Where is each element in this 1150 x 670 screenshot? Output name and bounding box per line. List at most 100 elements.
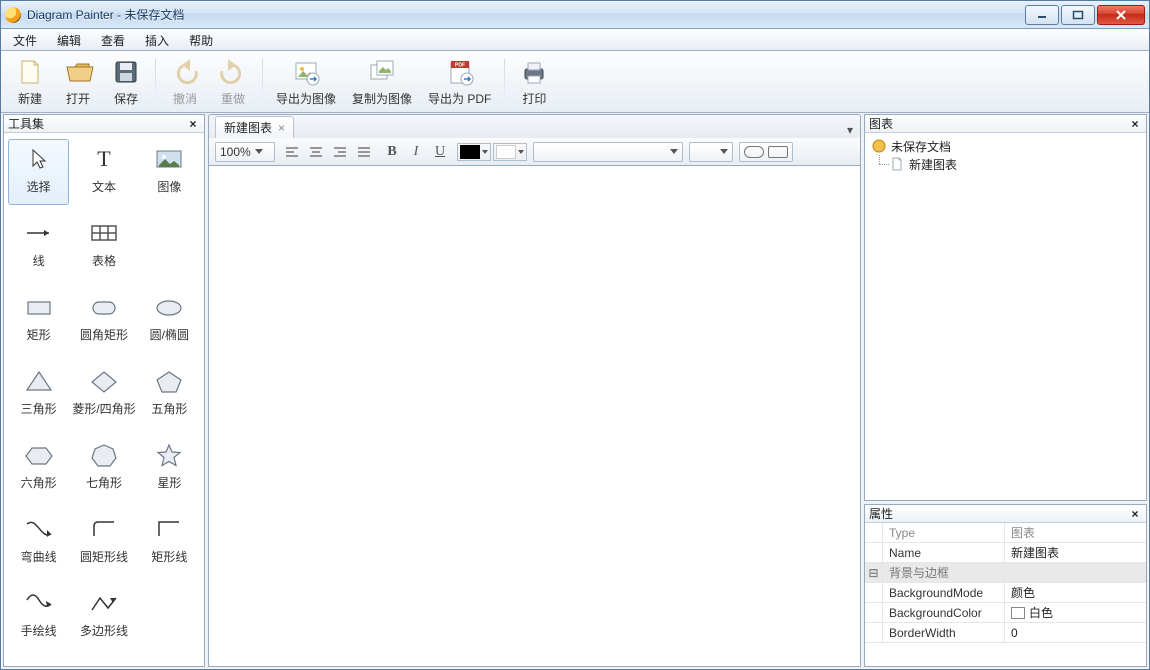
- fill-color-picker[interactable]: [493, 143, 527, 161]
- align-right-button[interactable]: [329, 142, 351, 162]
- document-name: 未保存文档: [124, 8, 184, 22]
- tool-ellipse[interactable]: 圆/椭圆: [139, 287, 200, 353]
- tool-hexagon[interactable]: 六角形: [8, 435, 69, 501]
- document-tab-label: 新建图表: [224, 119, 272, 136]
- prop-row[interactable]: BackgroundMode颜色: [865, 583, 1146, 603]
- tool-label: 图像: [157, 178, 181, 195]
- diagram-tree-close-icon[interactable]: ×: [1128, 117, 1142, 131]
- close-button[interactable]: [1097, 5, 1145, 25]
- titlebar: Diagram Painter - 未保存文档: [1, 1, 1149, 29]
- toolbox-close-icon[interactable]: ×: [186, 117, 200, 131]
- text-color-picker[interactable]: [457, 143, 491, 161]
- tree-item[interactable]: 新建图表: [871, 155, 1140, 173]
- tool-person1[interactable]: [8, 657, 69, 666]
- properties-grid: Type图表Name新建图表⊟背景与边框BackgroundMode颜色Back…: [865, 523, 1146, 666]
- prop-value: 颜色: [1011, 584, 1035, 601]
- print-label: 打印: [522, 90, 546, 107]
- tool-pentagon[interactable]: 五角形: [139, 361, 200, 427]
- new-button[interactable]: 新建: [7, 54, 53, 110]
- prop-row[interactable]: Name新建图表: [865, 543, 1146, 563]
- minimize-button[interactable]: [1025, 5, 1059, 25]
- rrline-icon: [80, 510, 128, 548]
- menu-2[interactable]: 查看: [91, 29, 135, 50]
- tool-rrline[interactable]: 圆矩形线: [71, 509, 136, 575]
- prop-category[interactable]: ⊟背景与边框: [865, 563, 1146, 583]
- tool-heptagon[interactable]: 七角形: [71, 435, 136, 501]
- tool-polyline[interactable]: 多边形线: [71, 583, 136, 649]
- table-icon: [80, 214, 128, 252]
- save-button[interactable]: 保存: [103, 54, 149, 110]
- tool-text[interactable]: T 文本: [71, 139, 136, 205]
- font-size-dropdown[interactable]: [689, 142, 733, 162]
- right-panels: 图表 × 未保存文档 新建图表: [864, 114, 1147, 667]
- copy-image-label: 复制为图像: [352, 90, 412, 107]
- print-button[interactable]: 打印: [511, 54, 557, 110]
- tool-diamond[interactable]: 菱形/四角形: [71, 361, 136, 427]
- italic-button[interactable]: I: [405, 142, 427, 162]
- tool-triangle[interactable]: 三角形: [8, 361, 69, 427]
- menu-1[interactable]: 编辑: [47, 29, 91, 50]
- app-window: Diagram Painter - 未保存文档 文件编辑查看插入帮助 新建打开保…: [0, 0, 1150, 670]
- properties-close-icon[interactable]: ×: [1128, 507, 1142, 521]
- svg-text:T: T: [97, 146, 111, 171]
- tool-rectline[interactable]: 矩形线: [139, 509, 200, 575]
- menu-4[interactable]: 帮助: [179, 29, 223, 50]
- font-style-group: B I U: [381, 142, 451, 162]
- triangle-icon: [15, 362, 63, 400]
- copy-image-button[interactable]: 复制为图像: [345, 54, 419, 110]
- tool-computer[interactable]: [139, 657, 200, 666]
- tab-menu-icon[interactable]: ▾: [842, 122, 858, 138]
- tree-root[interactable]: 未保存文档: [871, 137, 1140, 155]
- tool-curve[interactable]: 弯曲线: [8, 509, 69, 575]
- zoom-value: 100%: [220, 145, 251, 159]
- tool-person2[interactable]: [71, 657, 136, 666]
- person1-icon: [15, 658, 63, 666]
- svg-text:PDF: PDF: [455, 63, 465, 69]
- underline-button[interactable]: U: [429, 142, 451, 162]
- tool-star[interactable]: 星形: [139, 435, 200, 501]
- zoom-dropdown[interactable]: 100%: [215, 142, 275, 162]
- hexagon-icon: [15, 436, 63, 474]
- undo-label: 撤消: [173, 90, 197, 107]
- tool-roundrect[interactable]: 圆角矩形: [71, 287, 136, 353]
- bold-button[interactable]: B: [381, 142, 403, 162]
- toolbar-separator: [155, 59, 156, 105]
- tool-label: 菱形/四角形: [72, 400, 135, 417]
- tool-rect[interactable]: 矩形: [8, 287, 69, 353]
- align-center-button[interactable]: [305, 142, 327, 162]
- maximize-button[interactable]: [1061, 5, 1095, 25]
- export-pdf-label: 导出为 PDF: [428, 90, 491, 107]
- heptagon-icon: [80, 436, 128, 474]
- prop-key: BackgroundColor: [883, 603, 1005, 622]
- roundrect-icon: [80, 288, 128, 326]
- tool-table[interactable]: 表格: [71, 213, 136, 279]
- shape-style-selector[interactable]: [739, 142, 793, 162]
- prop-row[interactable]: BackgroundColor白色: [865, 603, 1146, 623]
- menu-3[interactable]: 插入: [135, 29, 179, 50]
- tool-image[interactable]: 图像: [139, 139, 200, 205]
- export-image-icon: [290, 57, 322, 88]
- prop-value: 图表: [1011, 524, 1035, 541]
- copy-image-icon: [366, 57, 398, 88]
- canvas[interactable]: [208, 166, 861, 667]
- open-button[interactable]: 打开: [55, 54, 101, 110]
- font-family-dropdown[interactable]: [533, 142, 683, 162]
- image-icon: [145, 140, 193, 178]
- export-image-button[interactable]: 导出为图像: [269, 54, 343, 110]
- tool-label: 圆矩形线: [80, 548, 128, 565]
- prop-row: Type图表: [865, 523, 1146, 543]
- tool-select[interactable]: 选择: [8, 139, 69, 205]
- prop-row[interactable]: BorderWidth0: [865, 623, 1146, 643]
- tab-close-icon[interactable]: ×: [278, 121, 285, 135]
- tool-freehand[interactable]: 手绘线: [8, 583, 69, 649]
- tool-label: 文本: [92, 178, 116, 195]
- align-left-button[interactable]: [281, 142, 303, 162]
- redo-label: 重做: [221, 90, 245, 107]
- tool-line[interactable]: 线: [8, 213, 69, 279]
- document-tab[interactable]: 新建图表 ×: [215, 116, 294, 138]
- tool-label: 圆角矩形: [80, 326, 128, 343]
- menu-0[interactable]: 文件: [3, 29, 47, 50]
- export-pdf-button[interactable]: PDF 导出为 PDF: [421, 54, 498, 110]
- align-justify-button[interactable]: [353, 142, 375, 162]
- color-chip: [1011, 607, 1025, 619]
